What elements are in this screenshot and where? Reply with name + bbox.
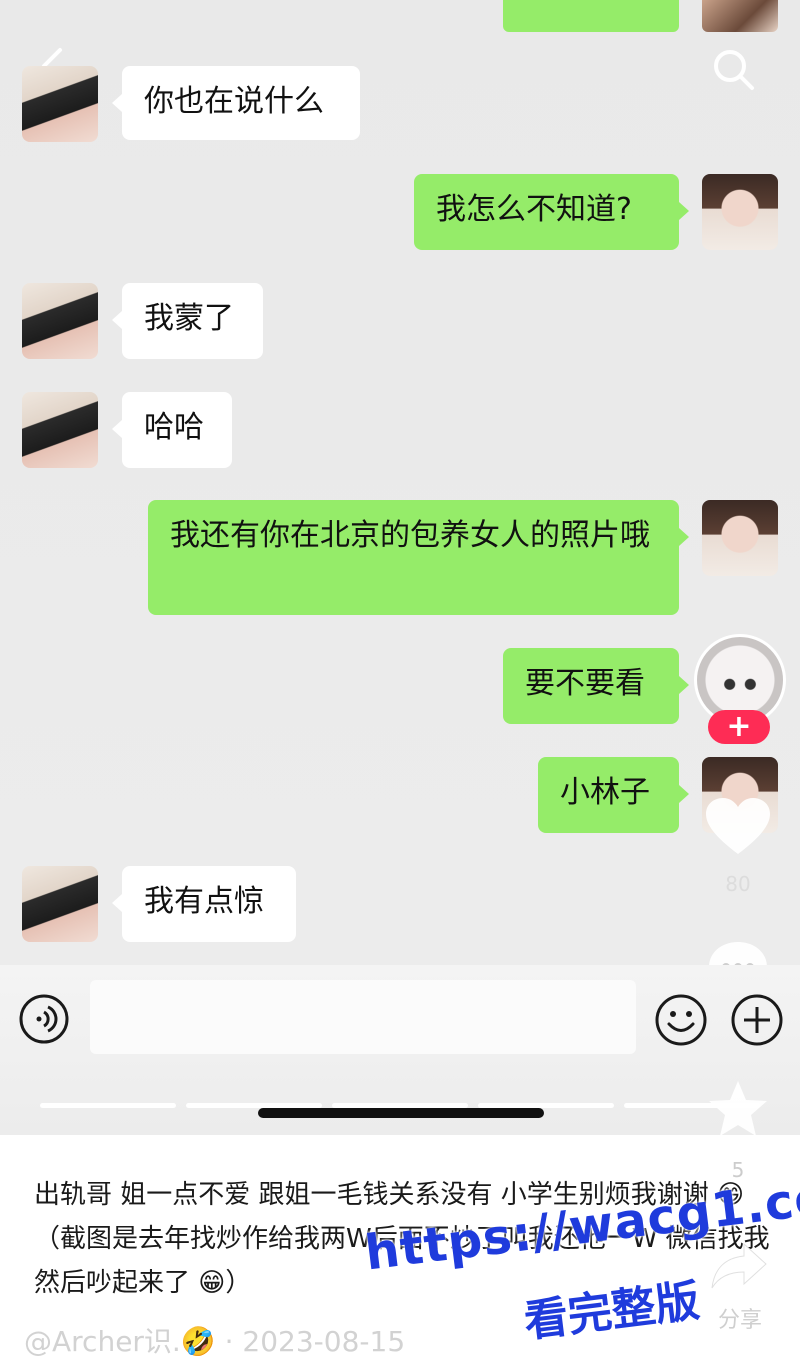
like-count: 80 (725, 872, 751, 896)
message-input[interactable] (90, 980, 636, 1054)
incoming-message[interactable]: 我有点惊 (112, 866, 296, 942)
self-avatar[interactable] (702, 174, 778, 250)
search-icon[interactable] (708, 44, 758, 94)
chat-area: 你也在说什么 我怎么不知道? 我蒙了 哈哈 我还有你在北京的包养女人的照片哦 要… (0, 0, 800, 965)
incoming-message[interactable]: 你也在说什么 (112, 66, 360, 140)
self-avatar[interactable] (702, 500, 778, 576)
partial-avatar (702, 0, 778, 32)
share-label[interactable]: 分享 (712, 1302, 768, 1334)
outgoing-message[interactable]: 小林子 (538, 757, 689, 833)
voice-input-icon[interactable] (18, 993, 70, 1045)
incoming-message[interactable]: 哈哈 (112, 392, 232, 468)
outgoing-message[interactable]: 我还有你在北京的包养女人的照片哦 (148, 500, 689, 615)
author-name[interactable]: @Archer识.🤣 (24, 1325, 216, 1358)
outgoing-message[interactable]: 要不要看 (503, 648, 689, 724)
star-icon[interactable] (706, 1078, 770, 1140)
contact-avatar[interactable] (22, 392, 98, 468)
emoji-icon[interactable] (654, 993, 708, 1047)
contact-avatar[interactable] (22, 66, 98, 142)
more-plus-icon[interactable] (730, 993, 784, 1047)
post-date: · 2023-08-15 (224, 1325, 406, 1358)
partial-outgoing-bubble (503, 0, 679, 32)
incoming-message[interactable]: 我蒙了 (112, 283, 263, 359)
progress-segment (40, 1103, 176, 1108)
contact-avatar[interactable] (22, 283, 98, 359)
home-indicator[interactable] (258, 1108, 544, 1118)
follow-button[interactable]: + (708, 710, 770, 744)
heart-icon[interactable] (704, 796, 772, 858)
author-line[interactable]: @Archer识.🤣 · 2023-08-15 (24, 1320, 405, 1360)
share-arrow-icon[interactable] (710, 1240, 768, 1292)
outgoing-message[interactable]: 我怎么不知道? (414, 174, 689, 250)
contact-avatar[interactable] (22, 866, 98, 942)
